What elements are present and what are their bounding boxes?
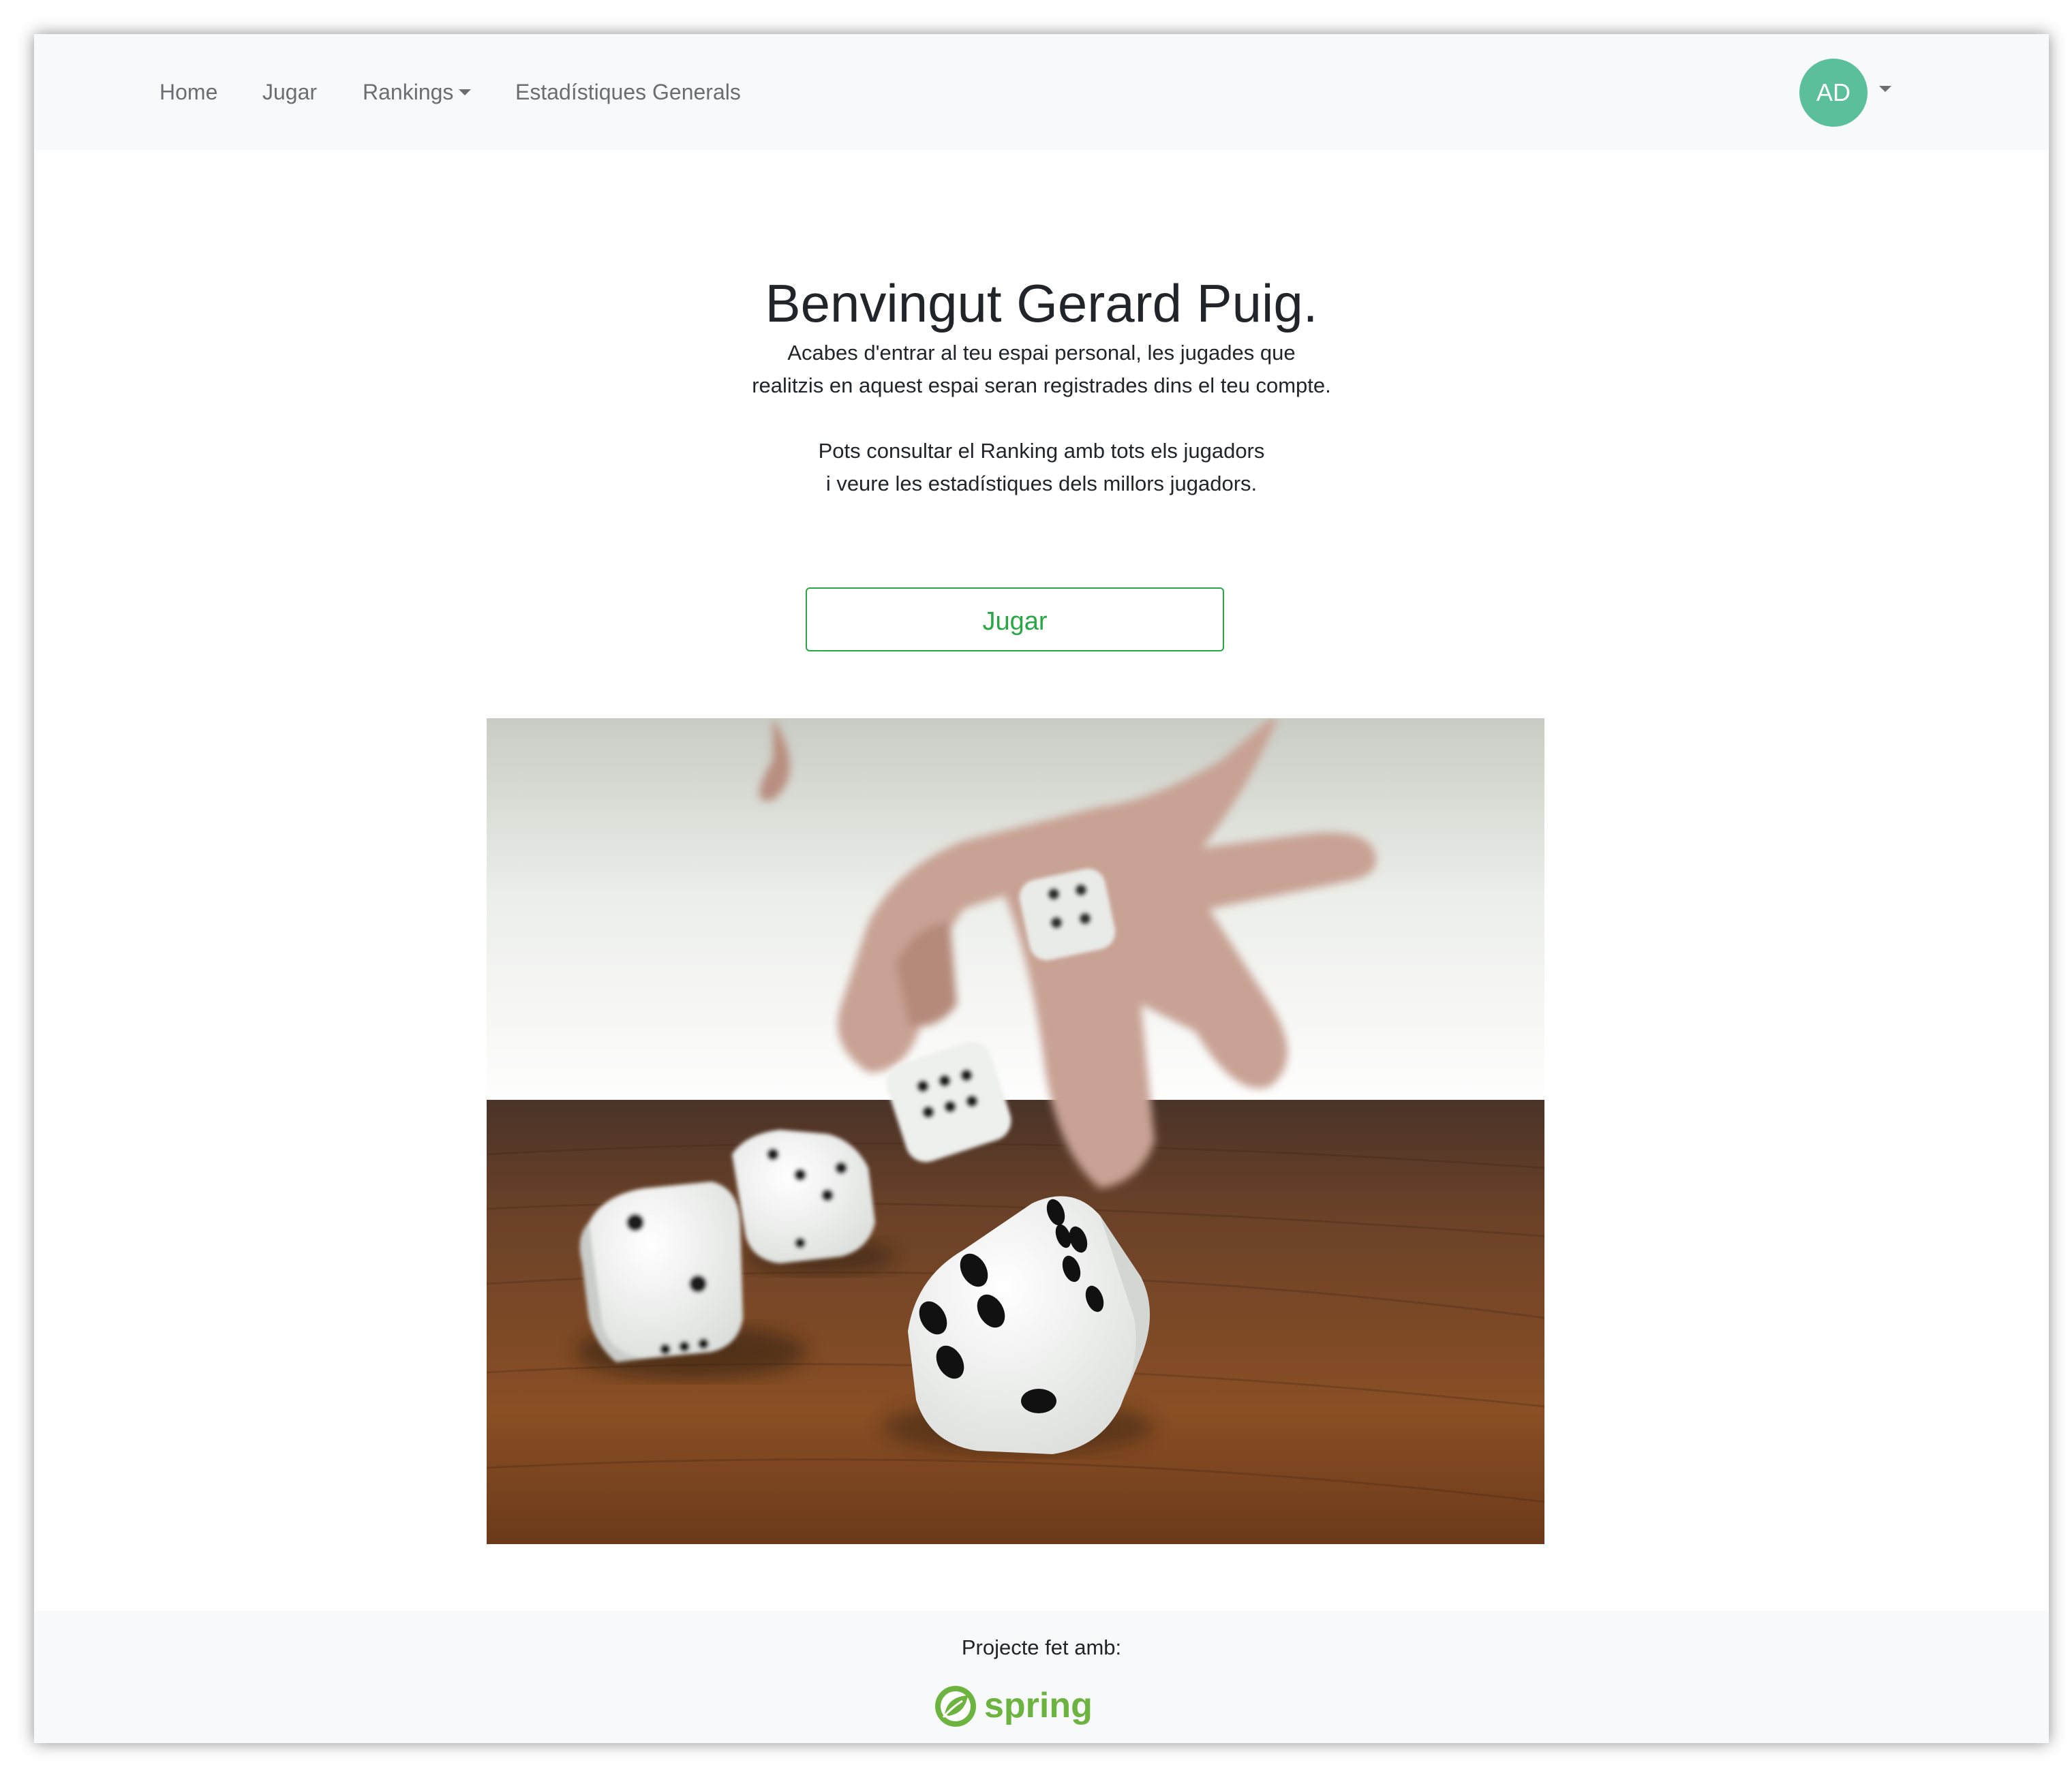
intro-paragraph: Acabes d'entrar al teu espai personal, l… bbox=[34, 337, 2049, 402]
nav-estadistiques-link[interactable]: Estadístiques Generals bbox=[515, 34, 741, 150]
intro-line-1: Acabes d'entrar al teu espai personal, l… bbox=[787, 341, 1296, 365]
spring-logo[interactable]: spring bbox=[931, 1679, 1108, 1734]
user-menu-chevron-icon[interactable] bbox=[1879, 86, 1891, 92]
ranking-line-2: i veure les estadístiques dels millors j… bbox=[825, 472, 1258, 495]
user-avatar[interactable]: AD bbox=[1799, 59, 1868, 127]
nav-jugar-link[interactable]: Jugar bbox=[262, 34, 317, 150]
nav-rankings-dropdown[interactable]: Rankings bbox=[363, 34, 472, 150]
spring-logo-text: spring bbox=[984, 1686, 1093, 1725]
play-button[interactable]: Jugar bbox=[806, 587, 1224, 651]
welcome-title: Benvingut Gerard Puig. bbox=[765, 273, 1318, 333]
footer: Projecte fet amb: spring bbox=[34, 1611, 2049, 1743]
navbar: Home Jugar Rankings Estadístiques Genera… bbox=[34, 34, 2049, 150]
footer-text: Projecte fet amb: bbox=[961, 1635, 1122, 1659]
ranking-line-1: Pots consultar el Ranking amb tots els j… bbox=[818, 439, 1265, 463]
ranking-paragraph: Pots consultar el Ranking amb tots els j… bbox=[34, 435, 2049, 500]
nav-rankings-label: Rankings bbox=[363, 80, 454, 104]
browser-page: Home Jugar Rankings Estadístiques Genera… bbox=[34, 34, 2049, 1743]
intro-line-2: realitzis en aquest espai seran registra… bbox=[752, 373, 1331, 397]
dice-photo bbox=[487, 718, 1544, 1544]
chevron-down-icon bbox=[459, 89, 472, 96]
nav-home-link[interactable]: Home bbox=[159, 34, 217, 150]
